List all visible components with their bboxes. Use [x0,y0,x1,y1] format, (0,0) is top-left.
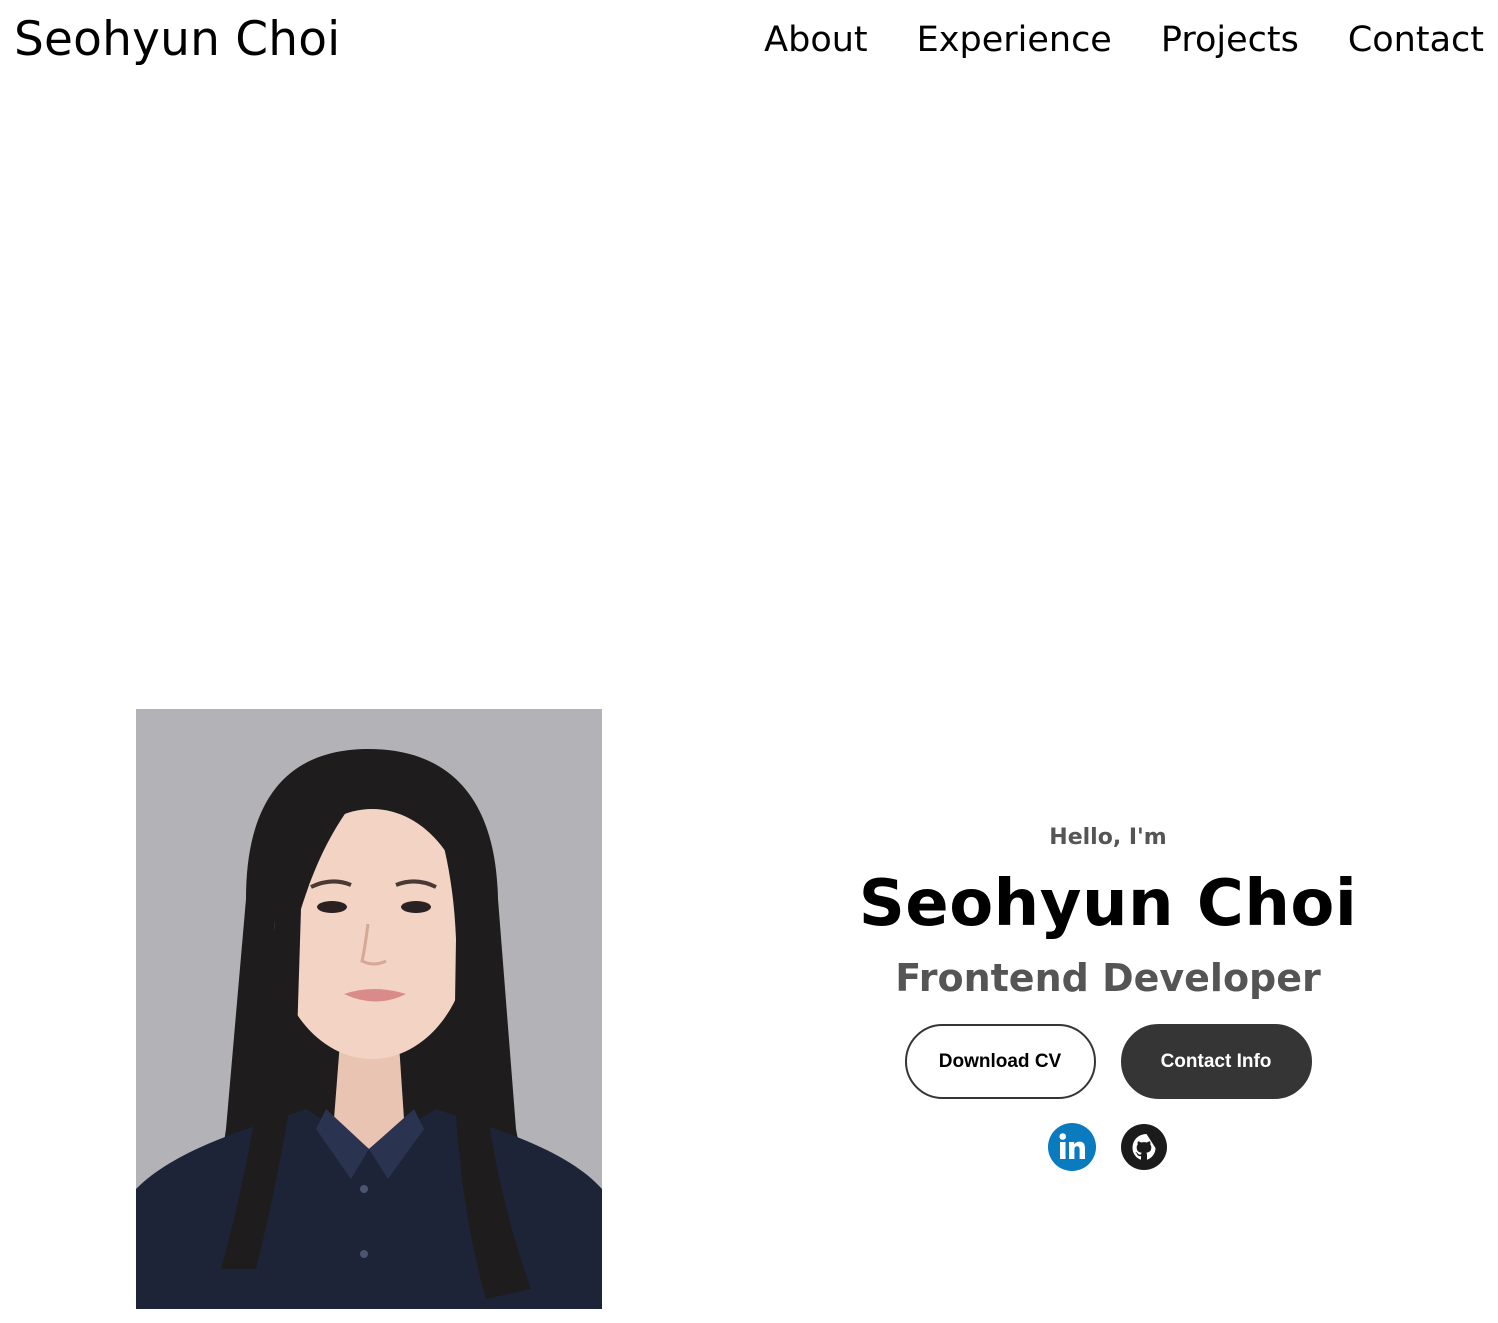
download-cv-button[interactable]: Download CV [904,1024,1096,1099]
hero-role: Frontend Developer [895,956,1321,1000]
portfolio-page: Seohyun Choi About Experience Projects C… [0,0,1498,1323]
social-links [808,1123,1408,1171]
hero-section: Hello, I'm Seohyun Choi Frontend Develop… [808,816,1408,1171]
hero-name: Seohyun Choi [858,867,1358,941]
github-icon[interactable] [1120,1123,1168,1171]
nav-link-projects[interactable]: Projects [1161,14,1299,66]
nav-link-experience[interactable]: Experience [917,14,1112,66]
main-nav: About Experience Projects Contact [764,14,1484,66]
nav-link-about[interactable]: About [764,14,867,66]
nav-link-contact[interactable]: Contact [1348,14,1484,66]
site-logo[interactable]: Seohyun Choi [14,10,340,70]
profile-photo [136,709,602,1309]
linkedin-icon[interactable] [1048,1123,1096,1171]
hero-buttons: Download CV Contact Info [808,1024,1408,1099]
greeting-text: Hello, I'm [1049,825,1167,850]
contact-info-button[interactable]: Contact Info [1120,1024,1312,1099]
